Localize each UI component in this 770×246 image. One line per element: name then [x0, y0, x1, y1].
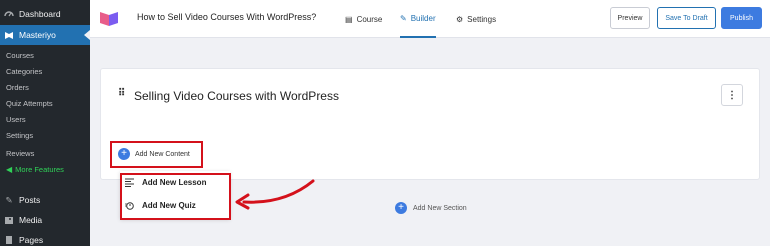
section-title[interactable]: Selling Video Courses with WordPress: [134, 89, 339, 103]
submenu-item-courses[interactable]: Courses: [0, 48, 90, 64]
megaphone-icon: ◀: [6, 165, 13, 174]
builder-header: How to Sell Video Courses With WordPress…: [90, 0, 770, 38]
drag-handle-icon[interactable]: ⠿: [118, 88, 126, 100]
submenu-item-reviews[interactable]: Reviews: [0, 146, 90, 162]
document-icon: ▤: [345, 14, 353, 24]
edit-icon: ✎: [400, 13, 407, 23]
sidebar-item-label: Dashboard: [19, 9, 61, 19]
admin-sidebar: Dashboard Masteriyo Courses Categories O…: [0, 0, 90, 246]
tab-label: Course: [356, 14, 383, 24]
section-menu-button[interactable]: ⋮: [721, 84, 743, 106]
sidebar-item-pages[interactable]: Pages: [0, 230, 90, 246]
submenu-item-quiz-attempts[interactable]: Quiz Attempts: [0, 96, 90, 112]
sidebar-item-masteriyo[interactable]: Masteriyo: [0, 25, 90, 45]
annotation-arrow-icon: [235, 179, 315, 210]
save-draft-button[interactable]: Save To Draft: [657, 7, 716, 29]
highlight-box: [110, 141, 203, 168]
plus-circle-icon: +: [395, 202, 407, 214]
tab-label: Settings: [467, 14, 497, 24]
sidebar-item-label: Masteriyo: [19, 30, 56, 40]
masteriyo-logo-icon[interactable]: [100, 10, 118, 26]
tab-label: Builder: [410, 13, 436, 23]
sidebar-item-media[interactable]: Media: [0, 210, 90, 230]
add-new-section-button[interactable]: + Add New Section: [395, 202, 467, 214]
submenu-item-categories[interactable]: Categories: [0, 64, 90, 80]
sidebar-item-posts[interactable]: ✎ Posts: [0, 190, 90, 210]
pages-icon: [4, 235, 14, 245]
more-features-label: More Features: [15, 165, 64, 174]
dashboard-icon: [4, 9, 14, 19]
sidebar-item-dashboard[interactable]: Dashboard: [0, 4, 90, 24]
preview-button[interactable]: Preview: [610, 7, 650, 29]
submenu-item-orders[interactable]: Orders: [0, 80, 90, 96]
app-root: Dashboard Masteriyo Courses Categories O…: [0, 0, 770, 246]
tab-builder[interactable]: ✎ Builder: [400, 0, 436, 38]
tab-course[interactable]: ▤ Course: [345, 0, 382, 38]
add-section-label: Add New Section: [413, 204, 467, 212]
gear-icon: ⚙: [456, 14, 464, 24]
tab-settings[interactable]: ⚙ Settings: [456, 0, 496, 38]
submenu-item-more-features[interactable]: ◀ More Features: [0, 162, 90, 178]
masteriyo-icon: [4, 30, 14, 40]
media-icon: [4, 215, 14, 225]
highlight-box: [120, 173, 231, 220]
sidebar-item-label: Pages: [19, 235, 44, 245]
publish-button[interactable]: Publish: [721, 7, 762, 29]
course-title: How to Sell Video Courses With WordPress…: [137, 12, 317, 22]
submenu-item-users[interactable]: Users: [0, 112, 90, 128]
kebab-icon: ⋮: [727, 89, 737, 101]
sidebar-item-label: Posts: [19, 195, 41, 205]
sidebar-item-label: Media: [19, 215, 43, 225]
pin-icon: ✎: [5, 194, 13, 205]
submenu-item-settings[interactable]: Settings: [0, 128, 90, 144]
